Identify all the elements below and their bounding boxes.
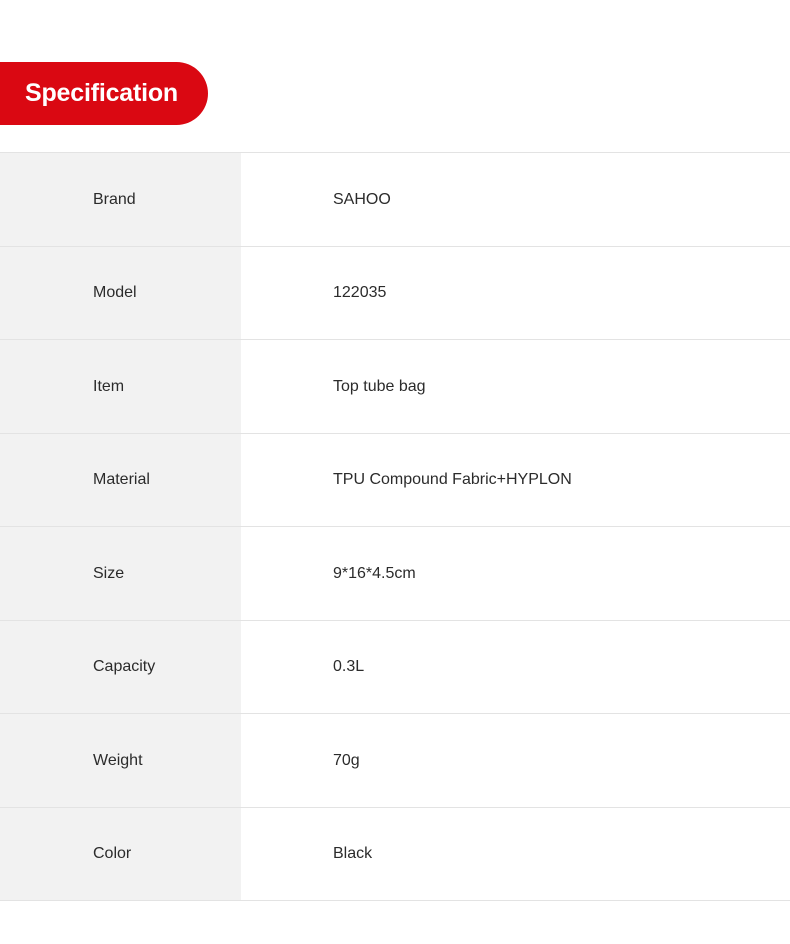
- table-row: Brand SAHOO: [0, 153, 790, 247]
- spec-label-cell: Size: [0, 527, 241, 620]
- spec-label-cell: Weight: [0, 714, 241, 807]
- spec-label: Brand: [93, 190, 136, 208]
- spec-value-cell: 122035: [241, 246, 790, 339]
- spec-label: Material: [93, 471, 150, 489]
- spec-value: 9*16*4.5cm: [333, 564, 416, 582]
- spec-label-cell: Item: [0, 340, 241, 433]
- specification-section-badge: Specification: [0, 62, 208, 125]
- spec-label: Size: [93, 564, 125, 582]
- spec-value: 70g: [333, 751, 360, 769]
- table-row: Weight 70g: [0, 714, 790, 808]
- spec-value: Black: [333, 845, 373, 863]
- spec-value: TPU Compound Fabric+HYPLON: [333, 471, 572, 489]
- table-row: Capacity 0.3L: [0, 620, 790, 714]
- spec-value-cell: SAHOO: [241, 153, 790, 246]
- spec-label-cell: Material: [0, 433, 241, 526]
- table-row: Size 9*16*4.5cm: [0, 527, 790, 621]
- spec-value-cell: 70g: [241, 714, 790, 807]
- spec-value: SAHOO: [333, 190, 391, 208]
- spec-label: Item: [93, 377, 125, 395]
- spec-label-cell: Model: [0, 246, 241, 339]
- specification-table: Brand SAHOO Model 122035 Item Top tube b…: [0, 152, 790, 901]
- spec-label: Capacity: [93, 658, 156, 676]
- section-title: Specification: [25, 79, 178, 107]
- spec-value: 122035: [333, 284, 387, 302]
- table-row: Model 122035: [0, 246, 790, 340]
- spec-value: 0.3L: [333, 658, 365, 676]
- spec-value-cell: Black: [241, 807, 790, 900]
- table-row: Color Black: [0, 807, 790, 901]
- spec-value: Top tube bag: [333, 377, 426, 395]
- table-row: Item Top tube bag: [0, 340, 790, 434]
- spec-label: Model: [93, 284, 137, 302]
- table-row: Material TPU Compound Fabric+HYPLON: [0, 433, 790, 527]
- spec-label-cell: Brand: [0, 153, 241, 246]
- spec-value-cell: Top tube bag: [241, 340, 790, 433]
- spec-label: Weight: [93, 751, 143, 769]
- spec-label-cell: Color: [0, 807, 241, 900]
- spec-value-cell: 0.3L: [241, 620, 790, 713]
- spec-value-cell: TPU Compound Fabric+HYPLON: [241, 433, 790, 526]
- specification-page: Specification Brand SAHOO Model 122035 I…: [0, 0, 790, 944]
- spec-value-cell: 9*16*4.5cm: [241, 527, 790, 620]
- spec-label: Color: [93, 845, 132, 863]
- spec-label-cell: Capacity: [0, 620, 241, 713]
